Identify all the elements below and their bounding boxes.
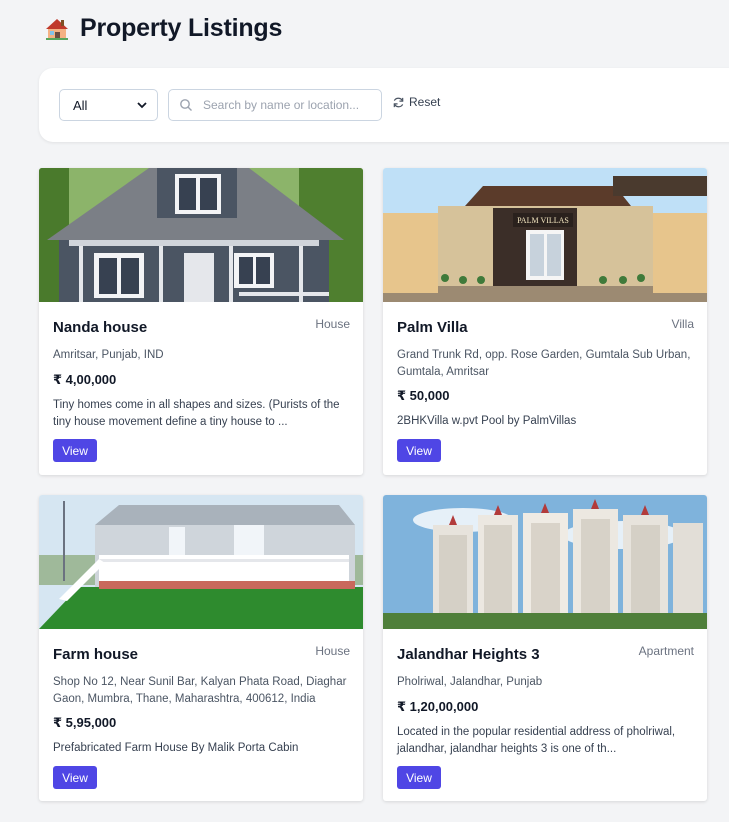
listing-title: Nanda house: [53, 319, 148, 336]
listing-image: [39, 495, 363, 629]
listing-description: Prefabricated Farm House By Malik Porta …: [53, 742, 299, 754]
listing-image: PALM VILLAS: [383, 168, 707, 302]
listing-type: Apartment: [638, 644, 694, 658]
listing-image-sign: PALM VILLAS: [517, 216, 569, 225]
listing-card: PALM VILLAS Palm Villa Villa Grand Trunk…: [383, 168, 707, 475]
listing-description: 2BHKVilla w.pvt Pool by PalmVillas: [397, 415, 577, 427]
filter-bar: All Reset: [39, 68, 729, 142]
listing-image: [39, 168, 363, 302]
search-input[interactable]: [203, 98, 371, 112]
listing-price: ₹ 1,20,00,000: [397, 699, 479, 714]
listing-price: ₹ 4,00,000: [53, 372, 117, 387]
listing-card: Farm house House Shop No 12, Near Sunil …: [39, 495, 363, 801]
listing-type: House: [315, 317, 350, 331]
house-icon: [46, 18, 68, 40]
listing-title: Jalandhar Heights 3: [397, 646, 540, 663]
listing-description: Tiny homes come in all shapes and sizes.…: [53, 399, 340, 428]
listing-type: Villa: [671, 317, 694, 331]
search-box[interactable]: [168, 89, 382, 121]
listing-title: Palm Villa: [397, 319, 468, 336]
chevron-down-icon: [137, 102, 147, 109]
listing-price: ₹ 50,000: [397, 388, 450, 403]
listing-price: ₹ 5,95,000: [53, 715, 117, 730]
reset-button[interactable]: Reset: [392, 95, 440, 109]
search-icon: [180, 99, 192, 111]
listing-address: Pholriwal, Jalandhar, Punjab: [397, 676, 543, 688]
listing-address: Shop No 12, Near Sunil Bar, Kalyan Phata…: [53, 676, 347, 705]
listing-address: Grand Trunk Rd, opp. Rose Garden, Gumtal…: [397, 349, 691, 378]
type-filter-value: All: [73, 97, 88, 113]
listing-title: Farm house: [53, 646, 139, 663]
listing-card: Jalandhar Heights 3 Apartment Pholriwal,…: [383, 495, 707, 801]
view-button[interactable]: View: [397, 766, 441, 789]
listing-description: Located in the popular residential addre…: [397, 726, 676, 755]
view-button[interactable]: View: [53, 439, 97, 462]
listing-card: Nanda house House Amritsar, Punjab, IND …: [39, 168, 363, 475]
listing-type: House: [315, 644, 350, 658]
type-filter-select[interactable]: All: [59, 89, 158, 121]
reset-label: Reset: [409, 95, 441, 109]
view-button[interactable]: View: [53, 766, 97, 789]
listing-image: [383, 495, 707, 629]
listing-address: Amritsar, Punjab, IND: [53, 349, 164, 361]
page-title: Property Listings: [80, 14, 283, 42]
view-button[interactable]: View: [397, 439, 441, 462]
refresh-icon: [393, 97, 404, 107]
page-header: Property Listings: [44, 14, 282, 43]
